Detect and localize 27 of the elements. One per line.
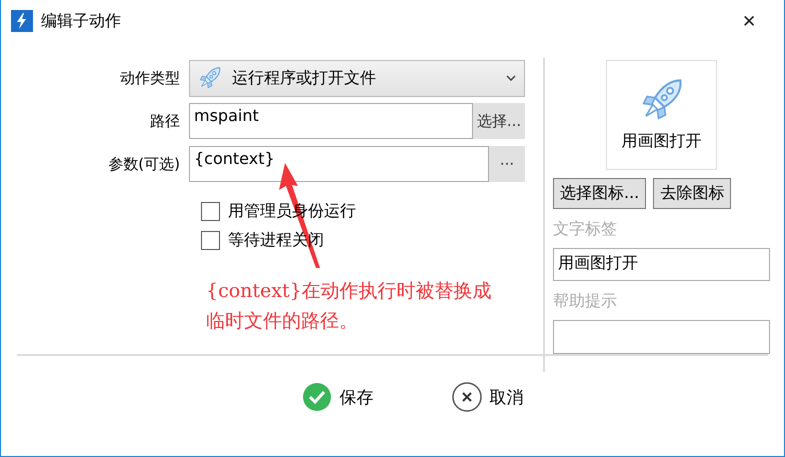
icon-button[interactable]: 选择图标... bbox=[553, 178, 646, 209]
action-type-dropdown[interactable]: 运行程序或打开文件 bbox=[189, 60, 525, 96]
field-label: 路径 bbox=[149, 112, 181, 130]
arguments-field[interactable]: {context} bbox=[189, 146, 489, 182]
more-button[interactable]: ··· bbox=[489, 146, 525, 182]
close-button[interactable]: ✕ bbox=[734, 10, 764, 32]
save-button[interactable]: 保存 bbox=[302, 382, 374, 412]
field-label: 参数(可选) bbox=[107, 154, 181, 174]
path-field[interactable]: mspaint bbox=[189, 103, 473, 139]
help-field[interactable] bbox=[553, 320, 770, 354]
field-label: 文字标签 bbox=[553, 218, 618, 240]
window-title: 编辑子动作 bbox=[41, 10, 122, 32]
chevron-icon bbox=[506, 75, 516, 81]
checkbox[interactable] bbox=[201, 231, 220, 250]
check-icon bbox=[302, 382, 332, 412]
text-label-field[interactable]: 用画图打开 bbox=[553, 248, 770, 282]
field-label: 动作类型 bbox=[119, 68, 181, 88]
rocket-icon bbox=[198, 66, 222, 90]
icon-button[interactable]: 去除图标 bbox=[653, 178, 732, 209]
checkbox[interactable] bbox=[201, 202, 220, 221]
browse-button[interactable]: 选择... bbox=[473, 103, 525, 139]
lightning-icon bbox=[11, 10, 33, 32]
icon-preview[interactable]: 用画图打开 bbox=[606, 60, 717, 170]
cancel-button[interactable]: 取消 bbox=[452, 382, 524, 412]
annotation-text: {context}在动作执行时被替换成 临时文件的路径。 bbox=[205, 279, 493, 334]
close-icon bbox=[452, 382, 482, 412]
field-label: 帮助提示 bbox=[553, 291, 618, 312]
